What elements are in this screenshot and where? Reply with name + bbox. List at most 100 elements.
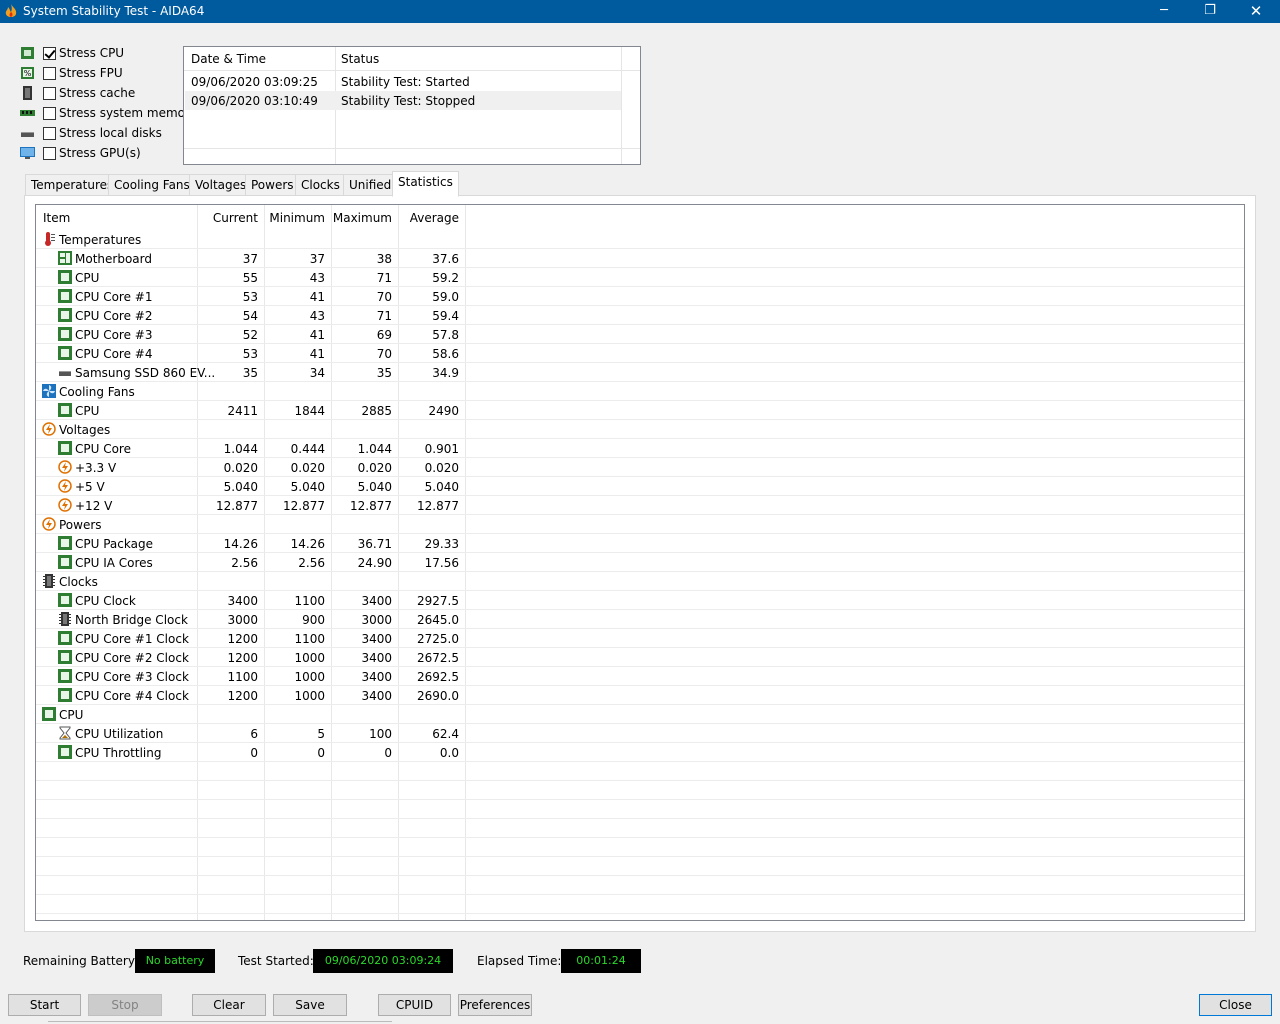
table-group-row[interactable]: Temperatures — [36, 230, 466, 249]
row-label: Motherboard — [75, 252, 152, 266]
minimize-button[interactable]: ─ — [1141, 0, 1187, 23]
row-label: CPU — [75, 404, 100, 418]
table-row[interactable]: CPU Core #4 53 41 70 58.6 — [36, 344, 466, 363]
close-button[interactable]: Close — [1199, 994, 1272, 1016]
cell-maximum: 3400 — [361, 594, 392, 608]
cpu-chip-icon — [58, 403, 72, 417]
thermometer-icon — [42, 232, 56, 246]
preferences-button[interactable]: Preferences — [458, 994, 532, 1016]
cell-current: 55 — [242, 271, 258, 285]
header-current[interactable]: Current — [198, 211, 258, 225]
start-button[interactable]: Start — [8, 994, 81, 1016]
tab-unified[interactable]: Unified — [343, 174, 398, 196]
table-row[interactable]: CPU Core #1 Clock 1200 1100 3400 2725.0 — [36, 629, 466, 648]
tab-powers[interactable]: Powers — [245, 174, 300, 196]
lightning-icon — [58, 498, 72, 512]
table-group-row[interactable]: Clocks — [36, 572, 466, 591]
title-bar: System Stability Test - AIDA64 ─ ❐ ✕ — [0, 0, 1280, 23]
header-minimum[interactable]: Minimum — [265, 211, 325, 225]
table-row[interactable]: Motherboard 37 37 38 37.6 — [36, 249, 466, 268]
row-label: CPU Core #1 — [75, 290, 153, 304]
table-row[interactable]: CPU 55 43 71 59.2 — [36, 268, 466, 287]
table-row[interactable]: CPU Throttling 0 0 0 0.0 — [36, 743, 466, 762]
table-group-row[interactable]: CPU — [36, 705, 466, 724]
tab-voltages[interactable]: Voltages — [189, 174, 253, 196]
cell-minimum: 41 — [309, 290, 325, 304]
fan-icon — [42, 384, 56, 398]
table-row[interactable]: CPU Core #2 Clock 1200 1000 3400 2672.5 — [36, 648, 466, 667]
log-row[interactable]: 09/06/2020 03:10:49 Stability Test: Stop… — [185, 91, 621, 110]
table-row[interactable]: CPU Core 1.044 0.444 1.044 0.901 — [36, 439, 466, 458]
cell-minimum: 2.56 — [298, 556, 325, 570]
table-row[interactable]: +5 V 5.040 5.040 5.040 5.040 — [36, 477, 466, 496]
stress-cpu-checkbox[interactable] — [43, 47, 56, 60]
cell-average: 59.0 — [432, 290, 459, 304]
cache-icon — [23, 86, 32, 100]
row-label: CPU Utilization — [75, 727, 164, 741]
log-row[interactable]: 09/06/2020 03:09:25 Stability Test: Star… — [185, 72, 621, 91]
table-row[interactable]: CPU Package 14.26 14.26 36.71 29.33 — [36, 534, 466, 553]
table-row[interactable]: CPU Core #3 52 41 69 57.8 — [36, 325, 466, 344]
table-row[interactable]: Samsung SSD 860 EV... 35 34 35 34.9 — [36, 363, 466, 382]
cell-current: 1200 — [227, 651, 258, 665]
cell-maximum: 35 — [376, 366, 392, 380]
cell-average: 37.6 — [432, 252, 459, 266]
battery-label: Remaining Battery: — [23, 954, 139, 968]
row-gridline — [36, 780, 1244, 781]
table-row[interactable]: CPU Core #1 53 41 70 59.0 — [36, 287, 466, 306]
cell-minimum: 1000 — [294, 689, 325, 703]
event-log-table[interactable]: Date & Time Status 09/06/2020 03:09:25 S… — [183, 46, 641, 165]
cell-maximum: 0.020 — [357, 461, 392, 475]
row-label: CPU Core #1 Clock — [75, 632, 189, 646]
close-window-button[interactable]: ✕ — [1233, 0, 1279, 23]
tab-cooling-fans[interactable]: Cooling Fans — [108, 174, 196, 196]
log-header-datetime[interactable]: Date & Time — [191, 52, 266, 66]
cell-current: 53 — [242, 347, 258, 361]
log-footer-divider — [184, 148, 640, 149]
save-button[interactable]: Save — [273, 994, 347, 1016]
cell-maximum: 70 — [376, 347, 392, 361]
table-group-row[interactable]: Voltages — [36, 420, 466, 439]
tab-statistics[interactable]: Statistics — [392, 171, 459, 197]
log-header-status[interactable]: Status — [341, 52, 379, 66]
header-maximum[interactable]: Maximum — [332, 211, 392, 225]
cell-average: 0.901 — [424, 442, 459, 456]
stress-fpu-checkbox[interactable] — [43, 67, 56, 80]
cpuid-button[interactable]: CPUID — [378, 994, 451, 1016]
cell-minimum: 5 — [317, 727, 325, 741]
cpu-chip-icon — [58, 536, 72, 550]
table-row[interactable]: CPU Core #4 Clock 1200 1000 3400 2690.0 — [36, 686, 466, 705]
stress-memory-label: Stress system memory — [59, 106, 198, 120]
cell-minimum: 41 — [309, 328, 325, 342]
tab-clocks[interactable]: Clocks — [295, 174, 346, 196]
clear-button[interactable]: Clear — [192, 994, 266, 1016]
header-average[interactable]: Average — [399, 211, 459, 225]
cell-maximum: 2885 — [361, 404, 392, 418]
table-row[interactable]: North Bridge Clock 3000 900 3000 2645.0 — [36, 610, 466, 629]
table-group-row[interactable]: Cooling Fans — [36, 382, 466, 401]
stop-button[interactable]: Stop — [88, 994, 162, 1016]
cpu-chip-icon — [58, 688, 72, 702]
lightning-icon — [42, 422, 56, 436]
cpu-chip-icon — [58, 555, 72, 569]
tab-temperatures[interactable]: Temperatures — [25, 174, 120, 196]
header-item[interactable]: Item — [43, 211, 70, 225]
table-row[interactable]: CPU Utilization 6 5 100 62.4 — [36, 724, 466, 743]
cell-current: 1.044 — [223, 442, 258, 456]
table-row[interactable]: CPU Core #3 Clock 1100 1000 3400 2692.5 — [36, 667, 466, 686]
table-row[interactable]: CPU Core #2 54 43 71 59.4 — [36, 306, 466, 325]
stress-memory-checkbox[interactable] — [43, 107, 56, 120]
stress-cache-checkbox[interactable] — [43, 87, 56, 100]
table-row[interactable]: +3.3 V 0.020 0.020 0.020 0.020 — [36, 458, 466, 477]
table-row[interactable]: CPU IA Cores 2.56 2.56 24.90 17.56 — [36, 553, 466, 572]
disk-drive-icon — [58, 365, 72, 379]
stress-gpu-checkbox[interactable] — [43, 147, 56, 160]
table-row[interactable]: CPU Clock 3400 1100 3400 2927.5 — [36, 591, 466, 610]
statistics-table[interactable]: Item Current Minimum Maximum Average Tem… — [35, 204, 1245, 921]
table-group-row[interactable]: Powers — [36, 515, 466, 534]
stress-disks-checkbox[interactable] — [43, 127, 56, 140]
cpu-chip-icon — [58, 669, 72, 683]
table-row[interactable]: CPU 2411 1844 2885 2490 — [36, 401, 466, 420]
table-row[interactable]: +12 V 12.877 12.877 12.877 12.877 — [36, 496, 466, 515]
maximize-button[interactable]: ❐ — [1187, 0, 1233, 23]
